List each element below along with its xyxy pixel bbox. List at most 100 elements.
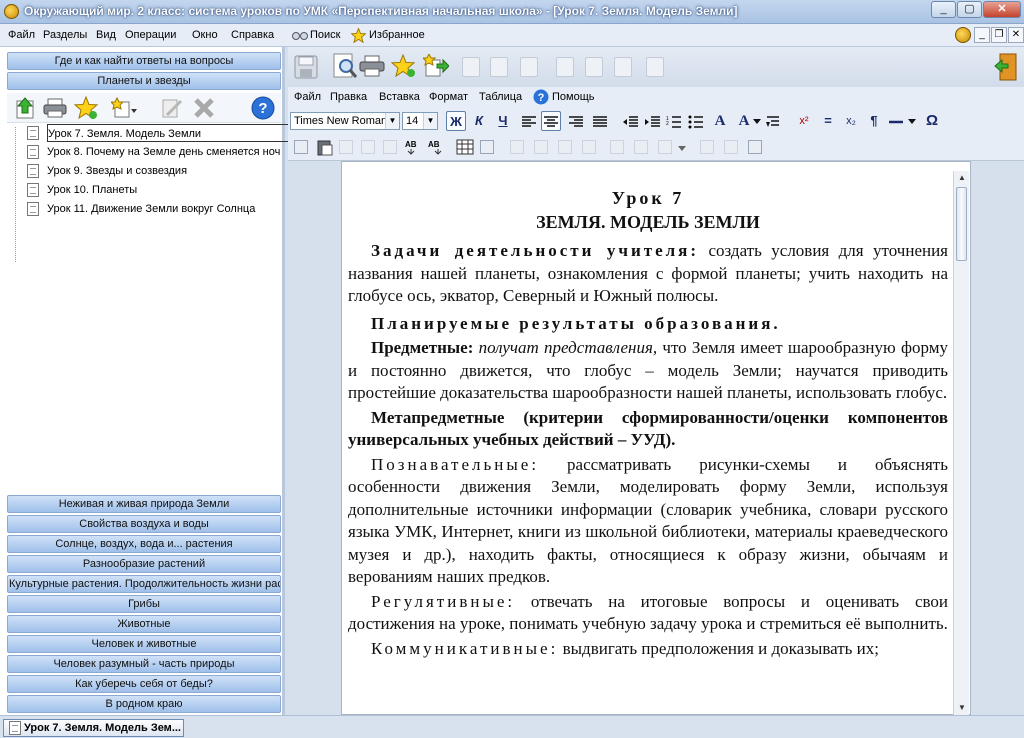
- section-button-answers[interactable]: Где и как найти ответы на вопросы: [7, 52, 281, 70]
- section-button-human[interactable]: Человек разумный - часть природы: [7, 655, 281, 673]
- underline-button[interactable]: Ч: [493, 111, 513, 131]
- menu-window[interactable]: Окно: [192, 29, 218, 41]
- paste-icon[interactable]: [316, 138, 334, 156]
- section-button-air-water[interactable]: Свойства воздуха и воды: [7, 515, 281, 533]
- scroll-up-arrow-icon[interactable]: ▲: [954, 171, 970, 185]
- delete-icon[interactable]: [193, 97, 215, 119]
- cell-format-icon[interactable]: [748, 140, 762, 154]
- section-button-safety[interactable]: Как уберечь себя от беды?: [7, 675, 281, 693]
- italic-button[interactable]: К: [469, 111, 489, 131]
- scrollbar-thumb[interactable]: [956, 187, 967, 261]
- editor-menu-format[interactable]: Формат: [429, 91, 468, 103]
- menu-favorites[interactable]: Избранное: [369, 29, 425, 41]
- split-cells-icon[interactable]: [634, 140, 648, 154]
- disabled-tool-icon[interactable]: [462, 57, 480, 77]
- child-restore-button[interactable]: ❐: [991, 27, 1007, 43]
- align-center-button[interactable]: [541, 111, 561, 131]
- special-symbol-button[interactable]: Ω: [922, 111, 942, 131]
- tree-item-lesson-11[interactable]: Урок 11. Движение Земли вокруг Солнца: [47, 200, 281, 218]
- section-button-native-land[interactable]: В родном краю: [7, 695, 281, 713]
- merge-cells-icon[interactable]: [610, 140, 624, 154]
- child-minimize-button[interactable]: _: [974, 27, 990, 43]
- font-size-grow-button[interactable]: A: [734, 111, 754, 131]
- section-button-animals[interactable]: Животные: [7, 615, 281, 633]
- disabled-tool-icon[interactable]: [556, 57, 574, 77]
- undo-icon[interactable]: [361, 140, 375, 154]
- open-lesson-tab[interactable]: Урок 7. Земля. Модель Зем...: [3, 719, 184, 737]
- cell-align-icon[interactable]: [700, 140, 714, 154]
- exit-door-icon[interactable]: [994, 53, 1018, 81]
- indent-icon[interactable]: [645, 115, 661, 129]
- menu-view[interactable]: Вид: [96, 29, 116, 41]
- disabled-tool-icon[interactable]: [646, 57, 664, 77]
- section-button-planets[interactable]: Планеты и звезды: [7, 72, 281, 90]
- redo-icon[interactable]: [383, 140, 397, 154]
- delete-column-icon[interactable]: [582, 140, 596, 154]
- copy-icon[interactable]: [294, 140, 308, 154]
- delete-row-icon[interactable]: [558, 140, 572, 154]
- disabled-tool-icon[interactable]: [614, 57, 632, 77]
- document-view[interactable]: Урок 7 ЗЕМЛЯ. МОДЕЛЬ ЗЕМЛИ Задачи деятел…: [341, 161, 971, 715]
- tree-item-lesson-10[interactable]: Урок 10. Планеты: [47, 181, 281, 199]
- section-button-nature[interactable]: Неживая и живая природа Земли: [7, 495, 281, 513]
- section-button-fungi[interactable]: Грибы: [7, 595, 281, 613]
- add-item-icon[interactable]: [111, 97, 137, 119]
- align-right-icon[interactable]: [568, 115, 584, 129]
- edit-icon[interactable]: [161, 97, 183, 119]
- font-color-button[interactable]: A: [710, 111, 730, 131]
- subscript-button[interactable]: x₂: [841, 111, 861, 131]
- help-icon[interactable]: ?: [251, 96, 275, 120]
- table-properties-icon[interactable]: [480, 140, 494, 154]
- line-spacing-icon[interactable]: [766, 115, 780, 129]
- disabled-tool-icon[interactable]: [520, 57, 538, 77]
- section-button-cultivated-plants[interactable]: Культурные растения. Продолжительность ж…: [7, 575, 281, 593]
- borders-icon[interactable]: [658, 140, 672, 154]
- minimize-button[interactable]: _: [931, 1, 956, 18]
- editor-menu-insert[interactable]: Вставка: [379, 91, 420, 103]
- editor-menu-edit[interactable]: Правка: [330, 91, 367, 103]
- print-icon[interactable]: [43, 98, 67, 118]
- menu-file[interactable]: Файл: [8, 29, 35, 41]
- menu-search[interactable]: Поиск: [310, 29, 340, 41]
- disabled-tool-icon[interactable]: [490, 57, 508, 77]
- tree-item-lesson-9[interactable]: Урок 9. Звезды и созвездия: [47, 162, 281, 180]
- align-justify-icon[interactable]: [592, 115, 608, 129]
- disabled-tool-icon[interactable]: [585, 57, 603, 77]
- cell-flow-icon[interactable]: [724, 140, 738, 154]
- bold-button[interactable]: Ж: [446, 111, 466, 131]
- section-button-sun-plants[interactable]: Солнце, воздух, вода и... растения: [7, 535, 281, 553]
- insert-table-icon[interactable]: [456, 139, 474, 155]
- numbered-list-icon[interactable]: 12: [666, 115, 682, 129]
- preview-icon[interactable]: [332, 53, 358, 80]
- pilcrow-button[interactable]: ¶: [864, 111, 884, 131]
- section-button-human-animals[interactable]: Человек и животные: [7, 635, 281, 653]
- font-size-select[interactable]: 14 ▼: [402, 112, 438, 130]
- insert-column-icon[interactable]: [534, 140, 548, 154]
- maximize-button[interactable]: ▢: [957, 1, 982, 18]
- tree-item-lesson-8[interactable]: Урок 8. Почему на Земле день сменяется н…: [47, 143, 281, 161]
- font-family-select[interactable]: Times New Roman ▼: [290, 112, 400, 130]
- export-icon[interactable]: [423, 54, 449, 78]
- cut-icon[interactable]: [339, 140, 353, 154]
- scroll-down-arrow-icon[interactable]: ▼: [954, 701, 970, 715]
- menu-help[interactable]: Справка: [231, 29, 274, 41]
- document-scrollbar[interactable]: ▲ ▼: [953, 171, 969, 715]
- go-up-icon[interactable]: [15, 97, 35, 119]
- equals-button[interactable]: =: [818, 111, 838, 131]
- editor-menu-file[interactable]: Файл: [294, 91, 321, 103]
- superscript-button[interactable]: x²: [794, 111, 814, 131]
- section-button-plant-diversity[interactable]: Разнообразие растений: [7, 555, 281, 573]
- close-button[interactable]: ✕: [983, 1, 1021, 18]
- editor-menu-help[interactable]: Помощь: [552, 91, 595, 103]
- menu-sections[interactable]: Разделы: [43, 29, 87, 41]
- insert-row-icon[interactable]: [510, 140, 524, 154]
- find-icon[interactable]: AB: [405, 138, 425, 156]
- outdent-icon[interactable]: [623, 115, 639, 129]
- menu-operations[interactable]: Операции: [125, 29, 176, 41]
- editor-menu-table[interactable]: Таблица: [479, 91, 522, 103]
- horizontal-line-icon[interactable]: [888, 115, 904, 129]
- save-icon[interactable]: [294, 55, 318, 79]
- bullet-list-icon[interactable]: [688, 115, 704, 129]
- replace-icon[interactable]: AB: [428, 138, 448, 156]
- add-favorite-icon[interactable]: [74, 96, 98, 119]
